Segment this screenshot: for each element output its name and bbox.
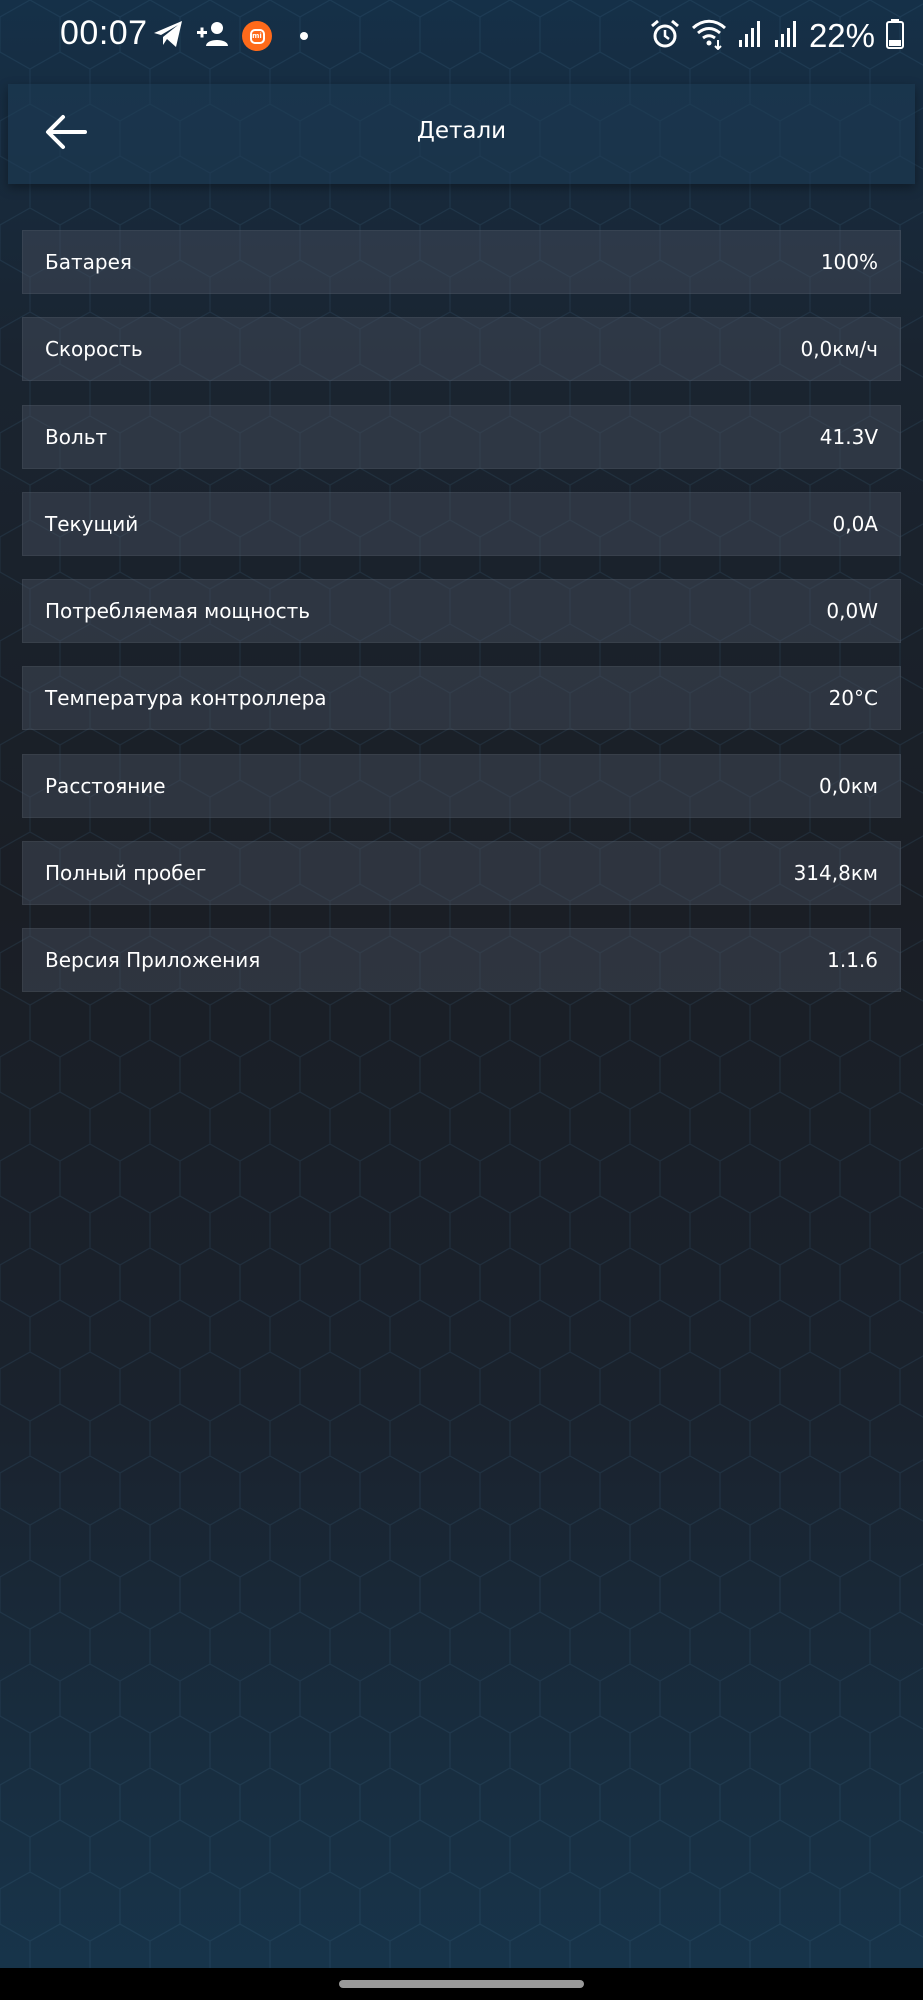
detail-label: Расстояние — [45, 773, 166, 798]
notification-dot-icon — [300, 32, 308, 40]
detail-row-distance: Расстояние 0,0км — [22, 753, 901, 818]
app-header: Детали — [8, 84, 915, 184]
detail-value: 0,0км/ч — [800, 337, 878, 362]
detail-label: Вольт — [45, 424, 108, 449]
detail-value: 314,8км — [793, 861, 878, 886]
detail-label: Полный пробег — [45, 861, 207, 886]
system-nav-bar — [0, 1968, 923, 2000]
detail-label: Батарея — [45, 250, 132, 274]
detail-label: Текущий — [45, 511, 139, 536]
person-add-icon — [196, 19, 230, 53]
detail-value: 0,0км — [819, 773, 878, 798]
status-bar: 00:07 mi 22% — [0, 0, 923, 72]
detail-value: 41.3V — [819, 424, 878, 449]
detail-value: 0,0W — [826, 599, 878, 624]
detail-value: 0,0A — [832, 511, 879, 536]
detail-label: Потребляемая мощность — [45, 599, 311, 624]
wifi-icon — [691, 18, 727, 54]
telegram-icon — [152, 19, 184, 53]
detail-row-total-mileage: Полный пробег 314,8км — [22, 841, 901, 906]
detail-row-power: Потребляемая мощность 0,0W — [22, 579, 901, 644]
detail-label: Версия Приложения — [45, 948, 261, 973]
detail-label: Скорость — [45, 337, 143, 362]
page-title: Детали — [416, 118, 507, 144]
detail-row-speed: Скорость 0,0км/ч — [22, 317, 901, 382]
status-left-icons: mi — [152, 18, 308, 54]
signal-icon — [737, 19, 763, 53]
detail-value: 100% — [820, 250, 878, 274]
mi-app-icon: mi — [242, 21, 272, 51]
details-list: Батарея 100% Скорость 0,0км/ч Вольт 41.3… — [22, 230, 901, 1016]
detail-row-voltage: Вольт 41.3V — [22, 404, 901, 469]
detail-row-battery: Батарея 100% — [22, 230, 901, 294]
status-time: 00:07 — [60, 14, 148, 52]
detail-value: 20°C — [828, 686, 878, 711]
detail-value: 1.1.6 — [827, 948, 878, 973]
detail-row-app-version: Версия Приложения 1.1.6 — [22, 928, 901, 993]
home-indicator[interactable] — [339, 1980, 584, 1988]
alarm-icon — [649, 18, 681, 54]
detail-row-controller-temperature: Температура контроллера 20°C — [22, 666, 901, 731]
detail-label: Температура контроллера — [45, 686, 327, 711]
signal-icon — [773, 19, 799, 53]
status-right: 22% — [649, 16, 905, 56]
detail-row-current: Текущий 0,0A — [22, 491, 901, 556]
battery-percent: 22% — [808, 17, 875, 54]
battery-icon — [885, 18, 905, 54]
